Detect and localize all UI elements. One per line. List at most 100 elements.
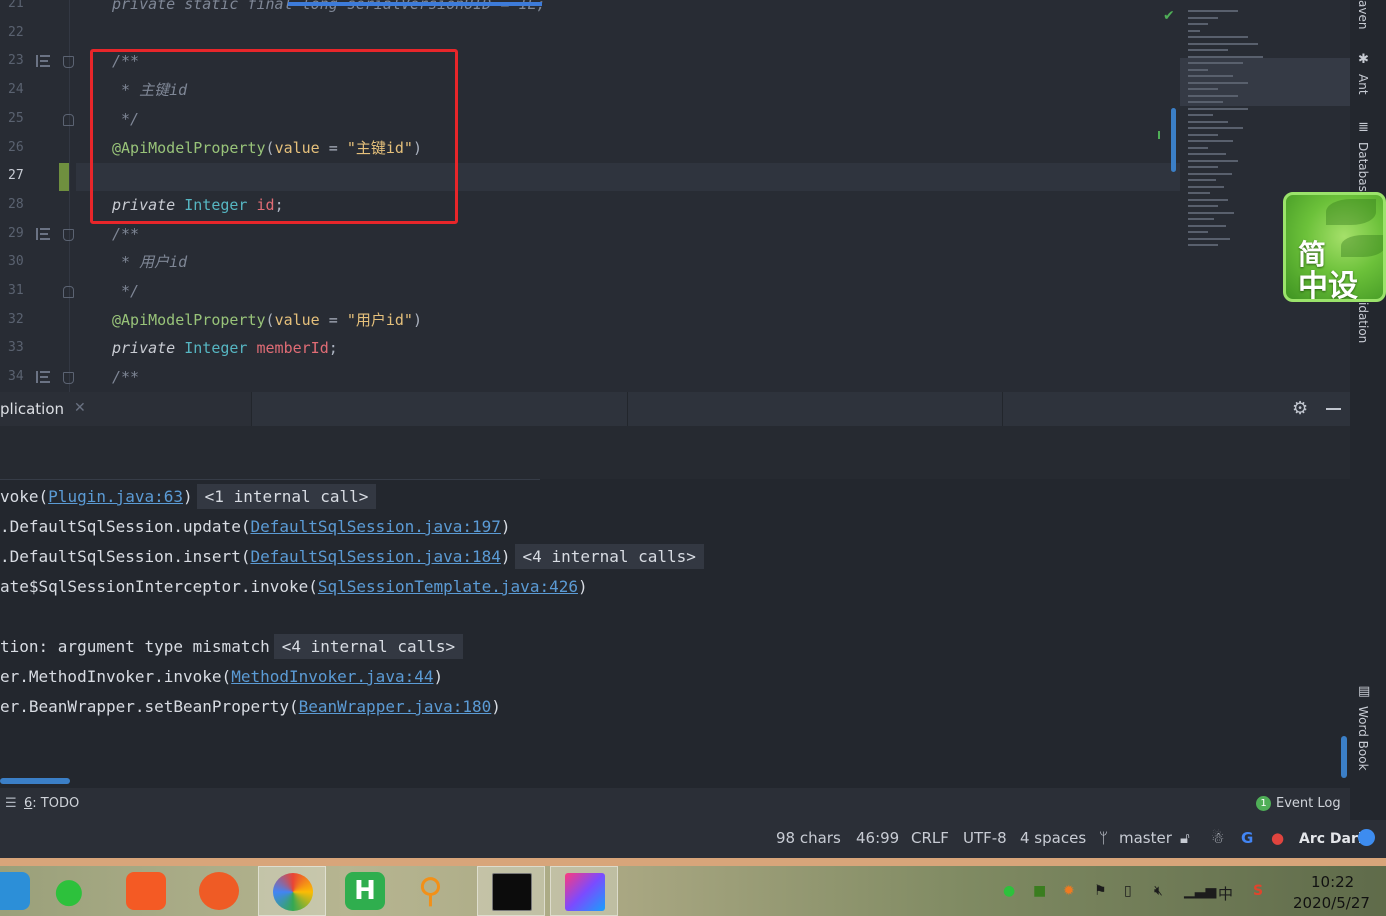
caret-position[interactable]: 46:99: [856, 829, 899, 847]
stacktrace-link[interactable]: BeanWrapper.java:180: [299, 697, 492, 716]
word-book-tool-tab[interactable]: Word Book: [1356, 706, 1370, 771]
minimap-line: [1188, 205, 1218, 207]
field-name: memberId: [256, 339, 329, 358]
volume-muted-icon[interactable]: 🔇︎: [1154, 883, 1163, 899]
indent-setting[interactable]: 4 spaces: [1020, 829, 1086, 847]
taskbar-intellij[interactable]: [550, 866, 618, 916]
stacktrace-link[interactable]: DefaultSqlSession.java:197: [250, 517, 500, 536]
file-encoding[interactable]: UTF-8: [963, 829, 1007, 847]
minimap-line: [1188, 237, 1230, 240]
semicolon: ;: [328, 339, 338, 358]
code-line[interactable]: * 用户id: [112, 248, 187, 277]
ime-floating-widget[interactable]: 简 中设: [1283, 192, 1386, 302]
taskbar-browser[interactable]: [258, 866, 326, 916]
close-icon[interactable]: ✕: [74, 400, 86, 416]
fold-icon[interactable]: [63, 56, 74, 69]
gutter-row: 23: [0, 47, 76, 76]
minimap-line: [1188, 153, 1226, 155]
code-line[interactable]: /**: [112, 363, 139, 392]
line-number: 28: [8, 196, 24, 212]
minimap-line: [1188, 49, 1228, 51]
internal-calls-chip[interactable]: <1 internal call>: [196, 484, 377, 509]
stacktrace-link[interactable]: DefaultSqlSession.java:184: [250, 547, 500, 566]
code-line[interactable]: */: [112, 277, 139, 306]
console-horizontal-scrollbar[interactable]: [0, 778, 70, 784]
status-bar: 98 chars 46:99 CRLF UTF-8 4 spaces ᛘ mas…: [0, 820, 1386, 860]
code-editor[interactable]: private static final long serialVersionU…: [0, 0, 1350, 392]
taskbar-video-player[interactable]: [112, 866, 180, 916]
theme-name[interactable]: Arc Dark: [1299, 831, 1367, 847]
stacktrace-link[interactable]: MethodInvoker.java:44: [231, 667, 433, 686]
taskbar-wechat[interactable]: ●: [40, 866, 108, 916]
run-tab-label: plication: [0, 400, 65, 418]
line-number: 22: [8, 24, 24, 40]
minimap-line: [1188, 231, 1208, 233]
database-tool-tab[interactable]: Databas: [1356, 142, 1370, 192]
line-number: 21: [8, 0, 24, 11]
wechat-icon: ●: [54, 871, 84, 911]
gutter-row: 34: [0, 363, 76, 392]
fold-icon[interactable]: [63, 286, 74, 298]
wechat-tray-icon[interactable]: ●: [1003, 883, 1015, 899]
signal-icon[interactable]: ▁▃▅: [1184, 883, 1216, 899]
rendered-doc-icon[interactable]: [36, 227, 50, 240]
stacktrace-link[interactable]: Plugin.java:63: [48, 487, 183, 506]
theme-icon[interactable]: [1358, 829, 1375, 846]
sogou-icon[interactable]: S: [1253, 883, 1263, 899]
fold-icon[interactable]: [63, 228, 74, 241]
string-literal: "用户id": [346, 310, 413, 329]
internal-calls-chip[interactable]: <4 internal calls>: [273, 634, 464, 659]
terminal-icon: [492, 873, 532, 911]
clock-date[interactable]: 2020/5/27: [1293, 894, 1370, 912]
inspector-icon[interactable]: ☃︎: [1211, 829, 1224, 847]
run-console[interactable]: voke(Plugin.java:63) <1 internal call> .De…: [0, 426, 1350, 788]
code-line[interactable]: private Integer memberId;: [112, 334, 338, 363]
console-text: ): [491, 697, 501, 716]
minimize-icon[interactable]: [1326, 408, 1341, 410]
rendered-doc-icon[interactable]: [36, 371, 50, 384]
error-icon[interactable]: ●: [1271, 829, 1284, 847]
taskbar-hbuilder[interactable]: H: [331, 866, 399, 916]
network-tray-icon[interactable]: ▯: [1124, 883, 1132, 899]
line-number: 34: [8, 369, 24, 385]
gutter-row: 24: [0, 76, 76, 105]
taskbar-postman[interactable]: [185, 866, 253, 916]
gear-icon[interactable]: ⚙: [1292, 398, 1308, 419]
fold-icon[interactable]: [63, 113, 74, 126]
nvidia-tray-icon[interactable]: ■: [1033, 883, 1046, 899]
clock-time[interactable]: 10:22: [1311, 873, 1354, 891]
editor-scrollbar[interactable]: [1171, 108, 1176, 172]
minimap-line: [1188, 29, 1200, 32]
todo-tab[interactable]: 6: TODO: [24, 796, 79, 811]
flag-tray-icon[interactable]: ⚑: [1094, 883, 1107, 899]
stacktrace-link[interactable]: SqlSessionTemplate.java:426: [318, 577, 578, 596]
maven-tool-tab[interactable]: aven: [1356, 0, 1370, 29]
header-divider: [1002, 392, 1003, 426]
fold-icon[interactable]: [63, 372, 74, 385]
inspection-ok-icon[interactable]: ✔: [1163, 8, 1175, 24]
console-vertical-scrollbar[interactable]: [1341, 736, 1347, 778]
taskbar-terminal[interactable]: [477, 866, 545, 916]
console-line: er.BeanWrapper.setBeanProperty(BeanWrapp…: [0, 692, 501, 722]
book-icon: ▤: [1358, 684, 1371, 699]
taskbar-search-tool[interactable]: ⚲: [404, 866, 472, 916]
ant-tool-tab[interactable]: Ant: [1356, 74, 1370, 95]
line-separator[interactable]: CRLF: [911, 829, 949, 847]
line-number: 23: [8, 53, 24, 69]
minimap-line: [1188, 81, 1248, 84]
code-line[interactable]: @ApiModelProperty(value = "用户id"): [112, 306, 422, 335]
lock-icon[interactable]: 🔓︎: [1180, 829, 1190, 847]
run-panel-header: plication ✕ ⚙: [0, 392, 1350, 426]
run-tab[interactable]: plication ✕: [0, 392, 252, 426]
minimap-line: [1188, 36, 1248, 38]
rendered-doc-icon[interactable]: [36, 55, 50, 68]
input-language[interactable]: 中: [1218, 883, 1233, 904]
google-icon[interactable]: G: [1241, 829, 1253, 847]
event-log-tab[interactable]: Event Log: [1276, 796, 1341, 811]
validation-tool-tab[interactable]: idation: [1356, 302, 1370, 343]
git-branch[interactable]: master: [1119, 829, 1172, 847]
line-number: 26: [8, 139, 24, 155]
app-tray-icon[interactable]: ✹: [1063, 883, 1075, 899]
console-text: ): [433, 667, 444, 686]
internal-calls-chip[interactable]: <4 internal calls>: [514, 544, 704, 569]
